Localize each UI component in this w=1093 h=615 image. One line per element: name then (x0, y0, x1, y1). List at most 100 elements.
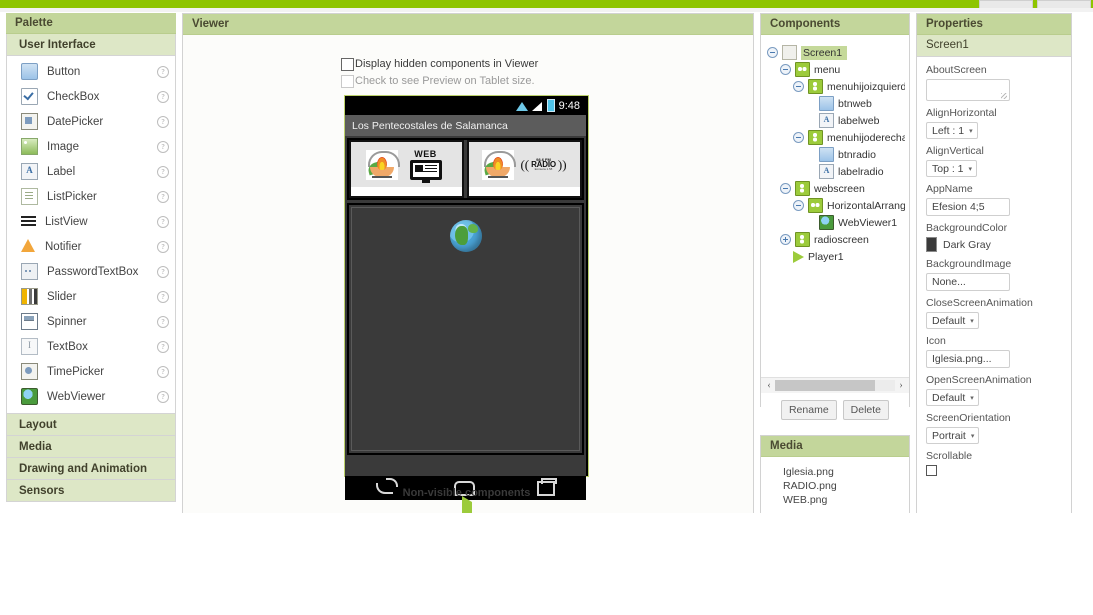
tree-node-radioscreen[interactable]: radioscreen (767, 231, 905, 248)
tree-node-menuhijoizquierda[interactable]: menuhijoizquierda (767, 78, 905, 95)
scrollbar-thumb[interactable] (775, 380, 875, 391)
palette-section-sensors[interactable]: Sensors (6, 480, 176, 502)
globe-icon (449, 220, 482, 252)
help-icon[interactable]: ? (157, 390, 169, 403)
scroll-right-icon[interactable]: › (895, 380, 907, 391)
tree-node-btnradio[interactable]: btnradio (767, 146, 905, 163)
palette-item-datepicker[interactable]: DatePicker ? (7, 109, 175, 134)
scroll-left-icon[interactable]: ‹ (763, 380, 775, 391)
menuhijoizquierda-arrangement[interactable]: WEB (349, 140, 464, 198)
tree-node-webviewer1[interactable]: WebViewer1 (767, 214, 905, 231)
scrollable-checkbox[interactable] (926, 465, 937, 476)
palette-item-textbox[interactable]: I TextBox ? (7, 334, 175, 359)
tree-node-labelradio[interactable]: A labelradio (767, 163, 905, 180)
palette-item-spinner[interactable]: Spinner ? (7, 309, 175, 334)
tablet-preview-checkbox[interactable]: Check to see Preview on Tablet size. (341, 75, 535, 88)
media-file-item[interactable]: Iglesia.png (783, 465, 909, 479)
toolbar-button-1[interactable] (979, 0, 1033, 8)
collapse-toggle-icon[interactable] (793, 200, 804, 211)
help-icon[interactable]: ? (157, 240, 169, 253)
backgroundcolor-picker[interactable]: Dark Gray (926, 237, 1062, 252)
tree-node-menu[interactable]: menu (767, 61, 905, 78)
palette-item-image[interactable]: Image ? (7, 134, 175, 159)
color-value-label: Dark Gray (943, 238, 991, 251)
help-icon[interactable]: ? (157, 65, 169, 78)
palette-item-listview[interactable]: ListView ? (7, 209, 175, 234)
palette-item-passwordtextbox[interactable]: PasswordTextBox ? (7, 259, 175, 284)
help-icon[interactable]: ? (157, 165, 169, 178)
help-icon[interactable]: ? (157, 290, 169, 303)
palette-item-slider[interactable]: Slider ? (7, 284, 175, 309)
tree-node-webscreen[interactable]: webscreen (767, 180, 905, 197)
collapse-toggle-icon[interactable] (793, 81, 804, 92)
help-icon[interactable]: ? (157, 115, 169, 128)
collapse-toggle-icon[interactable] (780, 183, 791, 194)
radio-sub-label: Emisora 1.58 (534, 167, 553, 171)
help-icon[interactable]: ? (157, 315, 169, 328)
palette-item-timepicker[interactable]: TimePicker ? (7, 359, 175, 384)
menuhijoderecha-arrangement[interactable]: (( 98.6 FM RADIO Emisora 1.58 )) (467, 140, 582, 198)
openscreenanimation-select[interactable]: Default ▾ (926, 389, 979, 406)
webviewer1-component[interactable] (351, 207, 580, 451)
icon-input[interactable]: Iglesia.png... (926, 350, 1010, 368)
media-file-item[interactable]: WEB.png (783, 493, 909, 507)
rename-button[interactable]: Rename (780, 399, 837, 420)
collapse-toggle-icon[interactable] (767, 47, 778, 58)
scrollbar-track[interactable] (775, 380, 895, 391)
phone-preview[interactable]: 9:48 Los Pentecostales de Salamanca WEB … (344, 95, 589, 500)
tree-node-horizontalarrangement[interactable]: HorizontalArrangemen (767, 197, 905, 214)
checkbox-box[interactable] (341, 58, 354, 71)
palette-item-label[interactable]: A Label ? (7, 159, 175, 184)
help-icon[interactable]: ? (157, 365, 169, 378)
tree-node-btnweb[interactable]: btnweb (767, 95, 905, 112)
closescreenanimation-select[interactable]: Default ▾ (926, 312, 979, 329)
properties-fields: AboutScreen AlignHorizontal Left : 1 ▾ A… (917, 57, 1071, 513)
media-file-item[interactable]: RADIO.png (783, 479, 909, 493)
help-icon[interactable]: ? (157, 340, 169, 353)
collapse-toggle-icon[interactable] (780, 64, 791, 75)
btnweb-button[interactable]: WEB (351, 142, 462, 187)
wifi-icon (515, 101, 528, 111)
palette-section-media[interactable]: Media (6, 436, 176, 458)
help-icon[interactable]: ? (157, 140, 169, 153)
palette-item-notifier[interactable]: Notifier ? (7, 234, 175, 259)
screenorientation-select[interactable]: Portrait ▾ (926, 427, 980, 444)
media-file-list: Iglesia.png RADIO.png WEB.png (761, 457, 909, 513)
clock-label: 9:48 (558, 99, 580, 112)
palette-item-webviewer[interactable]: WebViewer ? (7, 384, 175, 409)
checkbox-box[interactable] (341, 75, 354, 88)
help-icon[interactable]: ? (157, 265, 169, 278)
non-visible-component-player1[interactable]: Player1 (344, 496, 589, 513)
palette-item-label: Image (47, 140, 79, 153)
palette-item-checkbox[interactable]: CheckBox ? (7, 84, 175, 109)
webscreen-arrangement[interactable] (347, 203, 584, 455)
palette-section-layout[interactable]: Layout (6, 414, 176, 436)
tree-node-menuhijoderecha[interactable]: menuhijoderecha (767, 129, 905, 146)
help-icon[interactable]: ? (157, 215, 169, 228)
palette-section-user-interface[interactable]: User Interface (6, 34, 176, 56)
appname-input[interactable]: Efesion 4;5 (926, 198, 1010, 216)
palette-item-label: CheckBox (47, 90, 100, 103)
toolbar-button-2[interactable] (1037, 0, 1091, 8)
alignhorizontal-select[interactable]: Left : 1 ▾ (926, 122, 978, 139)
tree-node-labelweb[interactable]: A labelweb (767, 112, 905, 129)
menu-arrangement[interactable]: WEB ((98.6 FM RADIO Emisora 1.58)) (347, 138, 584, 200)
components-horizontal-scrollbar[interactable]: ‹ › (761, 377, 909, 393)
collapse-toggle-icon[interactable] (793, 132, 804, 143)
aboutscreen-textarea[interactable] (926, 79, 1010, 101)
backgroundimage-input[interactable]: None... (926, 273, 1010, 291)
btnradio-button[interactable]: (( 98.6 FM RADIO Emisora 1.58 )) (469, 142, 580, 187)
palette-section-drawing-and-animation[interactable]: Drawing and Animation (6, 458, 176, 480)
help-icon[interactable]: ? (157, 190, 169, 203)
expand-toggle-icon[interactable] (780, 234, 791, 245)
help-icon[interactable]: ? (157, 90, 169, 103)
delete-button[interactable]: Delete (842, 399, 890, 420)
palette-item-button[interactable]: Button ? (7, 59, 175, 84)
chevron-down-icon: ▾ (969, 127, 973, 135)
player-icon (461, 496, 472, 513)
alignvertical-select[interactable]: Top : 1 ▾ (926, 160, 978, 177)
palette-item-listpicker[interactable]: ListPicker ? (7, 184, 175, 209)
tree-node-screen1[interactable]: Screen1 (767, 44, 905, 61)
display-hidden-components-checkbox[interactable]: Display hidden components in Viewer (341, 58, 538, 71)
tree-node-player1[interactable]: Player1 (767, 248, 905, 265)
